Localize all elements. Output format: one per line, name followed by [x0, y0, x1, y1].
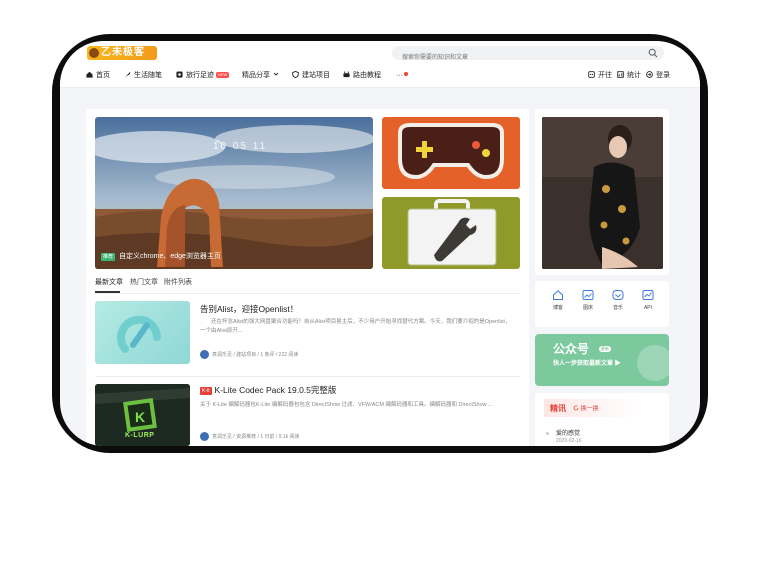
tool-image-host[interactable]: 图床	[573, 289, 603, 312]
nav-item-share[interactable]: 精品分享	[242, 71, 279, 81]
nav-item-life[interactable]: 生活随笔	[124, 71, 162, 81]
shield-icon	[292, 71, 299, 78]
logo-text: 乙未极客	[101, 47, 145, 58]
promo-tile-games[interactable]	[382, 117, 520, 189]
nav-label: 登录	[656, 72, 670, 79]
search-icon[interactable]	[648, 48, 658, 58]
tool-label: 音乐	[612, 305, 623, 311]
nav-label: 建站项目	[302, 72, 330, 79]
search-input[interactable]	[392, 51, 632, 65]
top-bar: 乙未极客	[60, 41, 700, 65]
wechat-banner[interactable]: 公众号 更新 快人一步获取最新文章 ▶	[535, 334, 669, 386]
sidebar-ad-image[interactable]	[542, 117, 663, 269]
tool-api[interactable]: API	[633, 289, 663, 312]
tab-attachments[interactable]: 附件列表	[164, 278, 192, 288]
house-icon	[553, 290, 563, 300]
svg-text:K: K	[135, 409, 145, 425]
promo-tile-tools[interactable]	[382, 197, 520, 269]
nav-item-site[interactable]: 建站项目	[292, 71, 330, 81]
article-meta: 意润乐见 / 建站项目 / 1 条评 / 222 阅读	[212, 352, 299, 358]
logo-mark-icon	[89, 48, 99, 58]
tab-hot[interactable]: 热门文章	[130, 278, 158, 288]
tool-blog[interactable]: 博客	[543, 289, 573, 312]
nav-right-login[interactable]: 登录	[646, 71, 670, 81]
image-icon	[582, 290, 594, 300]
nav-item-travel[interactable]: 旅行足迹 NEW	[176, 71, 230, 81]
portrait-image	[542, 117, 663, 269]
article-title-text: K-Lite Codec Pack 19.0.5完整版	[214, 385, 337, 395]
chevron-down-icon	[273, 72, 279, 76]
hot-item-date: 2020-02-16	[556, 438, 582, 444]
nav-label: 统计	[627, 72, 641, 79]
notification-dot	[404, 72, 408, 76]
article-thumbnail[interactable]: K K-LURP	[95, 384, 190, 446]
home-icon	[86, 71, 93, 78]
article-divider	[95, 376, 520, 377]
nav-label: 生活随笔	[134, 72, 162, 79]
nav-right-travel[interactable]: 开往	[588, 71, 612, 81]
hero-tag: 推荐	[101, 253, 116, 261]
tool-label: API	[643, 305, 653, 311]
thumb-caption: K-LURP	[125, 432, 155, 439]
wechat-decor	[637, 345, 669, 381]
article-thumbnail[interactable]	[95, 301, 190, 364]
tool-label: 博客	[552, 305, 563, 311]
article-tag: K-lt	[200, 387, 212, 395]
wechat-badge: 更新	[599, 346, 611, 352]
refresh-icon	[573, 405, 579, 411]
avatar[interactable]	[200, 432, 209, 441]
toolbox-icon	[407, 199, 497, 266]
hero-banner[interactable]: 10 05 11 推荐 自定义chrome、edge浏览器主页	[95, 117, 373, 269]
tool-music[interactable]: 音乐	[603, 289, 633, 312]
search-box[interactable]	[392, 46, 664, 65]
openlist-logo-icon	[117, 315, 161, 353]
tool-label: 图床	[582, 305, 593, 311]
wechat-title: 公众号	[553, 342, 590, 356]
nav-label: 精品分享	[242, 72, 270, 79]
tabs-divider	[95, 293, 520, 294]
compass-icon	[176, 71, 183, 78]
nav-right-stats[interactable]: 统计	[617, 71, 641, 81]
article-title[interactable]: 告别Alist，迎接Openlist！	[200, 303, 298, 315]
nav-label: 旅行足迹	[186, 72, 214, 79]
wechat-subtitle: 快人一步获取最新文章 ▶	[553, 361, 621, 367]
avatar[interactable]	[200, 350, 209, 359]
article-summary: 还在怀念Alist的强大网盘聚合功能吗？自从Alist项目易主后，不少用户开始寻…	[200, 319, 511, 334]
router-icon	[343, 71, 350, 78]
train-icon	[588, 71, 595, 78]
new-badge: NEW	[216, 72, 230, 78]
hero-title: 自定义chrome、edge浏览器主页	[119, 253, 221, 260]
tab-latest[interactable]: 最新文章	[95, 278, 123, 288]
hero-clock-text: 10 05 11	[213, 141, 268, 152]
nav-label: 路由教程	[353, 72, 381, 79]
gamepad-icon	[398, 123, 504, 180]
music-icon	[612, 290, 624, 300]
hero-image	[95, 117, 373, 269]
refresh-label: 换一换	[580, 406, 599, 413]
chart-icon	[617, 71, 624, 78]
api-icon	[642, 290, 654, 300]
nav-item-router[interactable]: 路由教程	[343, 71, 381, 81]
article-meta: 意润乐见 / 资源推荐 / 1 日前 / 9.1k 阅读	[212, 434, 300, 440]
list-bullet	[546, 432, 549, 435]
article-title[interactable]: K-lt K-Lite Codec Pack 19.0.5完整版	[200, 384, 336, 396]
feather-icon	[124, 71, 131, 78]
hot-title: 精讯	[550, 404, 566, 413]
article-summary: 关于 K-Lite 编解码器包K-Lite 编解码器包包含 DirectShow…	[200, 402, 493, 408]
hot-item-title[interactable]: 爱的感觉	[556, 430, 580, 438]
nav-item-home[interactable]: 首页	[86, 71, 110, 81]
nav-label: 开往	[598, 72, 612, 79]
hot-refresh-button[interactable]: 换一换	[573, 405, 599, 415]
site-logo[interactable]: 乙未极客	[87, 46, 157, 60]
main-nav: 首页 生活随笔 旅行足迹 NEW 精品分享 建站项目 路由教程 ··· 开往 统计…	[60, 65, 700, 88]
nav-more[interactable]: ···	[396, 71, 403, 81]
login-icon	[646, 71, 653, 78]
more-label: ···	[396, 72, 403, 79]
nav-label: 首页	[96, 72, 110, 79]
screen: 乙未极客 首页 生活随笔 旅行足迹NEW 精品分享 建站项目 路由教程	[60, 41, 700, 446]
